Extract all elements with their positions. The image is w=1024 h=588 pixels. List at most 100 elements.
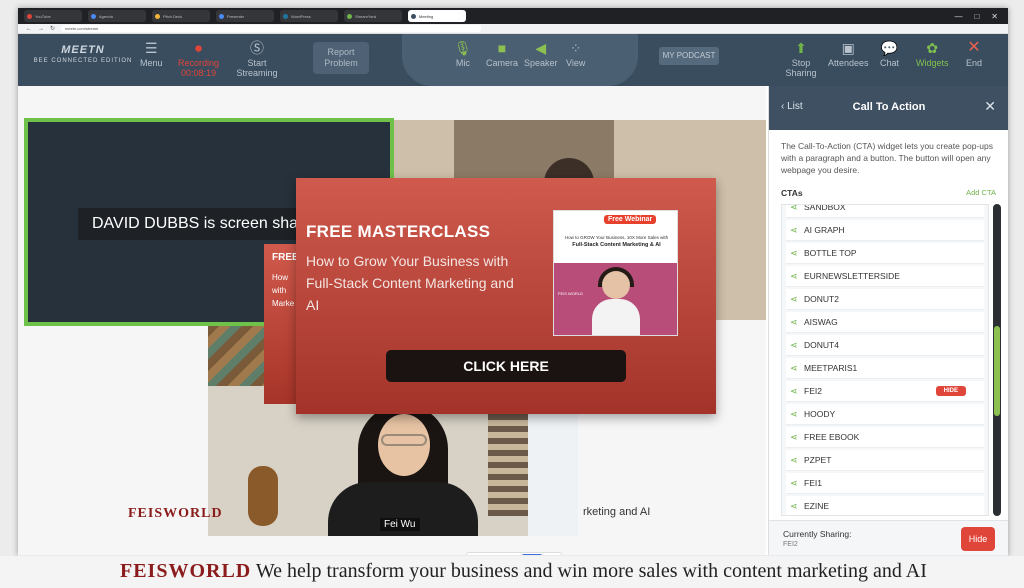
hide-cta-button[interactable]: Hide — [961, 527, 995, 551]
tab-favicon-icon — [91, 13, 96, 19]
cta-list-item[interactable]: ⋖ DONUT4 — [786, 335, 984, 356]
my-podcast-button[interactable]: MY PODCAST — [659, 47, 719, 65]
start-streaming-button[interactable]: Ⓢ Start Streaming — [234, 40, 280, 78]
share-icon[interactable]: ⋖ — [790, 386, 798, 397]
cta-item-name: BOTTLE TOP — [804, 248, 857, 258]
menu-button[interactable]: ☰ Menu — [140, 40, 163, 68]
cta-list-item[interactable]: ⋖ AISWAG — [786, 312, 984, 333]
cta-list-item[interactable]: ⋖ EURNEWSLETTERSIDE — [786, 266, 984, 287]
share-icon[interactable]: ⋖ — [790, 501, 798, 512]
cta-list-item[interactable]: ⋖ DONUT2 — [786, 289, 984, 310]
tab-favicon-icon — [411, 13, 416, 19]
tab-favicon-icon — [27, 13, 32, 19]
background-tagline: FEISWORLD We help transform your busines… — [120, 560, 927, 583]
share-icon[interactable]: ⋖ — [790, 363, 798, 374]
cta-list-item[interactable]: ⋖ BOTTLE TOP — [786, 243, 984, 264]
window-controls: — □ ✕ — [954, 12, 1008, 21]
cta-list-item[interactable]: ⋖ FEI1 — [786, 473, 984, 494]
tab-favicon-icon — [347, 13, 352, 19]
chat-button[interactable]: 💬 Chat — [880, 40, 899, 68]
report-problem-button[interactable]: Report Problem — [313, 42, 369, 74]
browser-tab[interactable]: Presenter — [216, 10, 274, 22]
close-panel-icon[interactable]: ✕ — [984, 98, 996, 115]
cta-list-item[interactable]: ⋖ AI GRAPH — [786, 220, 984, 241]
add-cta-link[interactable]: Add CTA — [966, 188, 996, 202]
cta-item-hide-button[interactable]: HIDE — [935, 386, 966, 396]
share-icon[interactable]: ⋖ — [790, 340, 798, 351]
cta-click-here-button[interactable]: CLICK HERE — [386, 350, 626, 382]
cta-list-item[interactable]: ⋖ FREE EBOOK — [786, 427, 984, 448]
webinar-brand-tag: FEIS WORLD — [558, 291, 583, 296]
media-controls: 🎙 Mic ■ Camera ◀ Speaker ⁘ View — [402, 34, 638, 86]
recording-label: Recording — [178, 58, 220, 68]
tab-favicon-icon — [283, 13, 288, 19]
attendees-button[interactable]: ▣ Attendees — [828, 40, 869, 68]
cta-widget-panel: ‹ List Call To Action ✕ The Call-To-Acti… — [768, 86, 1008, 556]
share-icon[interactable]: ⋖ — [790, 205, 798, 213]
browser-tab[interactable]: WordPress — [280, 10, 338, 22]
cta-item-name: SANDBOX — [804, 204, 846, 212]
guitar — [248, 466, 278, 526]
cta-item-name: FEI2 — [804, 386, 822, 396]
cta-list-item[interactable]: ⋖ EZINE — [786, 496, 984, 515]
webinar-person-body — [592, 299, 640, 335]
cta-title: FREE MASTERCLASS — [306, 222, 491, 241]
cta-list-item[interactable]: ⋖ PZPET — [786, 450, 984, 471]
share-icon[interactable]: ⋖ — [790, 317, 798, 328]
share-icon[interactable]: ⋖ — [790, 432, 798, 443]
tab-title: YouTube — [35, 13, 51, 19]
currently-sharing-bar: Currently Sharing: FEI2 Hide — [769, 520, 1008, 556]
scrollbar-thumb[interactable] — [994, 326, 1000, 416]
forward-arrow-icon[interactable]: → — [38, 26, 44, 32]
close-window-icon[interactable]: ✕ — [991, 12, 998, 21]
browser-tab[interactable]: Pitch Deck — [152, 10, 210, 22]
cta-list-item[interactable]: ⋖ FEI2 HIDE — [786, 381, 984, 402]
browser-tab[interactable]: Agenda — [88, 10, 146, 22]
tab-title: Pitch Deck — [163, 13, 183, 19]
view-button[interactable]: ⁘ View — [566, 40, 585, 68]
stop-sharing-button[interactable]: ⬆ Stop Sharing — [784, 40, 818, 78]
cta-list-item[interactable]: ⋖ SANDBOX — [786, 204, 984, 218]
camera-button[interactable]: ■ Camera — [486, 40, 518, 68]
cta-list-item[interactable]: ⋖ MEETPARIS1 — [786, 358, 984, 379]
end-label: End — [966, 58, 983, 68]
ctas-header: CTAs Add CTA — [769, 188, 1008, 202]
share-icon[interactable]: ⋖ — [790, 455, 798, 466]
feisworld-brand: FEISWORLD — [128, 506, 223, 521]
browser-tab[interactable]: StreamYard — [344, 10, 402, 22]
share-icon[interactable]: ⋖ — [790, 478, 798, 489]
cta-item-name: FEI1 — [804, 478, 822, 488]
speaker-button[interactable]: ◀ Speaker — [524, 40, 558, 68]
widgets-button[interactable]: ✿ Widgets — [916, 40, 949, 68]
webinar-badge: Free Webinar — [604, 215, 657, 224]
back-arrow-icon[interactable]: ← — [26, 26, 32, 32]
logo-subtitle: BEE CONNECTED EDITION — [33, 58, 133, 64]
url-field[interactable]: meetn.com/stream — [61, 25, 482, 32]
share-icon[interactable]: ⋖ — [790, 225, 798, 236]
cta-item-name: PZPET — [804, 455, 832, 465]
browser-tab[interactable]: YouTube — [24, 10, 82, 22]
logo-text: MEETN — [61, 44, 105, 56]
tab-favicon-icon — [155, 13, 160, 19]
share-icon[interactable]: ⋖ — [790, 294, 798, 305]
share-icon[interactable]: ⋖ — [790, 409, 798, 420]
cta-item-name: EURNEWSLETTERSIDE — [804, 271, 900, 281]
share-icon[interactable]: ⋖ — [790, 271, 798, 282]
share-icon[interactable]: ⋖ — [790, 248, 798, 259]
end-button[interactable]: ✕ End — [966, 40, 983, 69]
recording-button[interactable]: ⏺ Recording 00:08:19 — [178, 40, 219, 78]
minimize-icon[interactable]: — — [954, 12, 962, 21]
browser-tab-active[interactable]: Meeting — [408, 10, 466, 22]
stop-sharing-label: Stop Sharing — [785, 58, 817, 78]
cta-list-item[interactable]: ⋖ HOODY — [786, 404, 984, 425]
maximize-icon[interactable]: □ — [974, 12, 979, 21]
mic-button[interactable]: 🎙 Mic — [454, 40, 472, 68]
tab-title: StreamYard — [355, 13, 377, 19]
bookshelf — [488, 406, 528, 516]
webinar-person-face — [602, 271, 630, 299]
camera-label: Camera — [486, 58, 519, 68]
start-streaming-label: Start Streaming — [236, 58, 278, 78]
record-icon: ⏺ — [195, 40, 203, 56]
reload-icon[interactable]: ↻ — [50, 25, 55, 32]
cta-item-name: EZINE — [804, 501, 830, 511]
